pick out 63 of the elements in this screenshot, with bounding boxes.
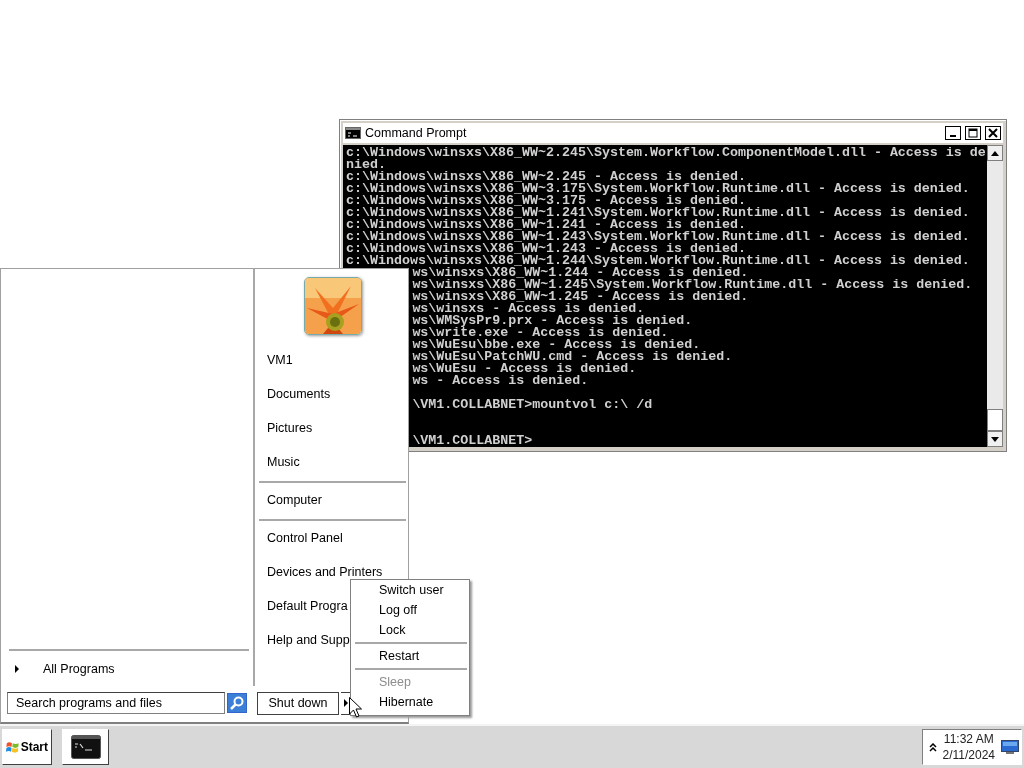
console-line: ws\WuEsu\PatchWU.cmd - Access is denied.	[411, 351, 734, 363]
start-button[interactable]: Start	[2, 729, 52, 765]
start-menu-item[interactable]: Control Panel	[267, 531, 343, 545]
start-menu-item[interactable]: Default Progra	[267, 599, 348, 613]
menu-item[interactable]: Log off	[353, 600, 467, 620]
console-line: \VM1.COLLABNET>mountvol c:\ /d	[411, 399, 654, 411]
start-menu-item[interactable]: Computer	[267, 493, 322, 507]
console-line: c:\Windows\winsxs\X86_WW~1.241\System.Workflow.Runtime.dll - Access is denied.	[346, 207, 971, 219]
maximize-icon	[968, 128, 978, 138]
close-icon	[988, 128, 998, 138]
all-programs-item[interactable]: All Programs	[43, 662, 115, 676]
down-arrow-icon	[991, 436, 999, 442]
console-line: ws\write.exe - Access is denied.	[411, 327, 669, 339]
monitor-icon[interactable]	[1001, 740, 1019, 754]
console-line: nied.	[346, 159, 386, 171]
scroll-up-button[interactable]	[987, 145, 1003, 161]
console-line: ws\winsxs\X86_WW~1.245 - Access is denied.	[411, 291, 749, 303]
console-line: c:\Windows\winsxs\X86_WW~2.245\System.Workflow.ComponentModel.dll - Access is de	[346, 147, 987, 159]
console-line: ws\winsxs\X86_WW~1.244 - Access is denied.	[412, 267, 749, 279]
console-line: ws\WuEsu - Access is denied.	[411, 363, 638, 375]
start-menu-item[interactable]: Pictures	[267, 421, 313, 435]
scroll-down-button[interactable]	[987, 431, 1003, 447]
triangle-right-icon	[344, 699, 348, 707]
clock-time[interactable]: 11:32 AM	[943, 731, 994, 747]
window-title: Command Prompt	[365, 126, 468, 140]
start-menu-item[interactable]: VM1	[267, 353, 293, 367]
taskbar-button[interactable]	[62, 729, 109, 765]
console-line: c:\Windows\winsxs\X86_WW~1.241 - Access is denied.	[346, 219, 746, 231]
console-line: ws\WuEsu\bbe.exe - Access is denied.	[411, 339, 701, 351]
console-line: ws\winsxs\X86_WW~1.245\System.Workflow.Runtime.dll - Access is denied.	[411, 279, 974, 291]
minimize-button[interactable]	[945, 126, 961, 140]
menu-item[interactable]: Restart	[355, 646, 467, 666]
search-button[interactable]	[227, 693, 247, 713]
scroll-thumb[interactable]	[987, 409, 1003, 431]
console-line: \VM1.COLLABNET>	[411, 435, 534, 447]
console-line: ws - Access is denied.	[411, 375, 590, 387]
clock-date[interactable]: 2/11/2024	[942, 747, 995, 763]
maximize-button[interactable]	[965, 126, 981, 140]
menu-item[interactable]: Switch user	[353, 580, 467, 600]
console-line: c:\Windows\winsxs\X86_WW~1.243\System.Workflow.Runtime.dll - Access is denied.	[346, 231, 971, 243]
console-icon	[70, 735, 101, 759]
up-arrow-icon	[991, 150, 999, 156]
start-menu-item[interactable]: Music	[267, 455, 300, 469]
start-menu-item[interactable]: Help and Supp	[267, 633, 350, 647]
shut-down-button[interactable]: Shut down	[257, 691, 339, 715]
console-line: c:\Windows\winsxs\X86_WW~3.175 - Access is denied.	[346, 195, 746, 207]
console-line: c:\Windows\winsxs\X86_WW~2.245 - Access is denied.	[346, 171, 746, 183]
close-button[interactable]	[985, 126, 1001, 140]
windows-logo-icon	[6, 739, 19, 755]
triangle-right-icon	[15, 665, 19, 673]
menu-item[interactable]: Lock	[353, 620, 467, 640]
console-line: ws\winsxs - Access is denied.	[411, 303, 645, 315]
search-field[interactable]: Search programs and files	[7, 692, 225, 714]
chevron-up-icon[interactable]	[928, 742, 937, 752]
scroll-bar[interactable]	[987, 145, 1003, 447]
minimize-icon	[950, 135, 956, 137]
search-icon	[230, 696, 244, 710]
start-menu-item[interactable]: Devices and Printers	[267, 565, 383, 579]
console-line: c:\Windows\winsxs\X86_WW~1.244\System.Workflow.Runtime.dll - Access is denied.	[346, 255, 971, 267]
console-line: ws\WMSysPr9.prx - Access is denied.	[411, 315, 694, 327]
start-menu-item[interactable]: Documents	[267, 387, 331, 401]
console-line: c:\Windows\winsxs\X86_WW~1.243 - Access is denied.	[346, 243, 746, 255]
console-line: c:\Windows\winsxs\X86_WW~3.175\System.Workflow.Runtime.dll - Access is denied.	[346, 183, 971, 195]
